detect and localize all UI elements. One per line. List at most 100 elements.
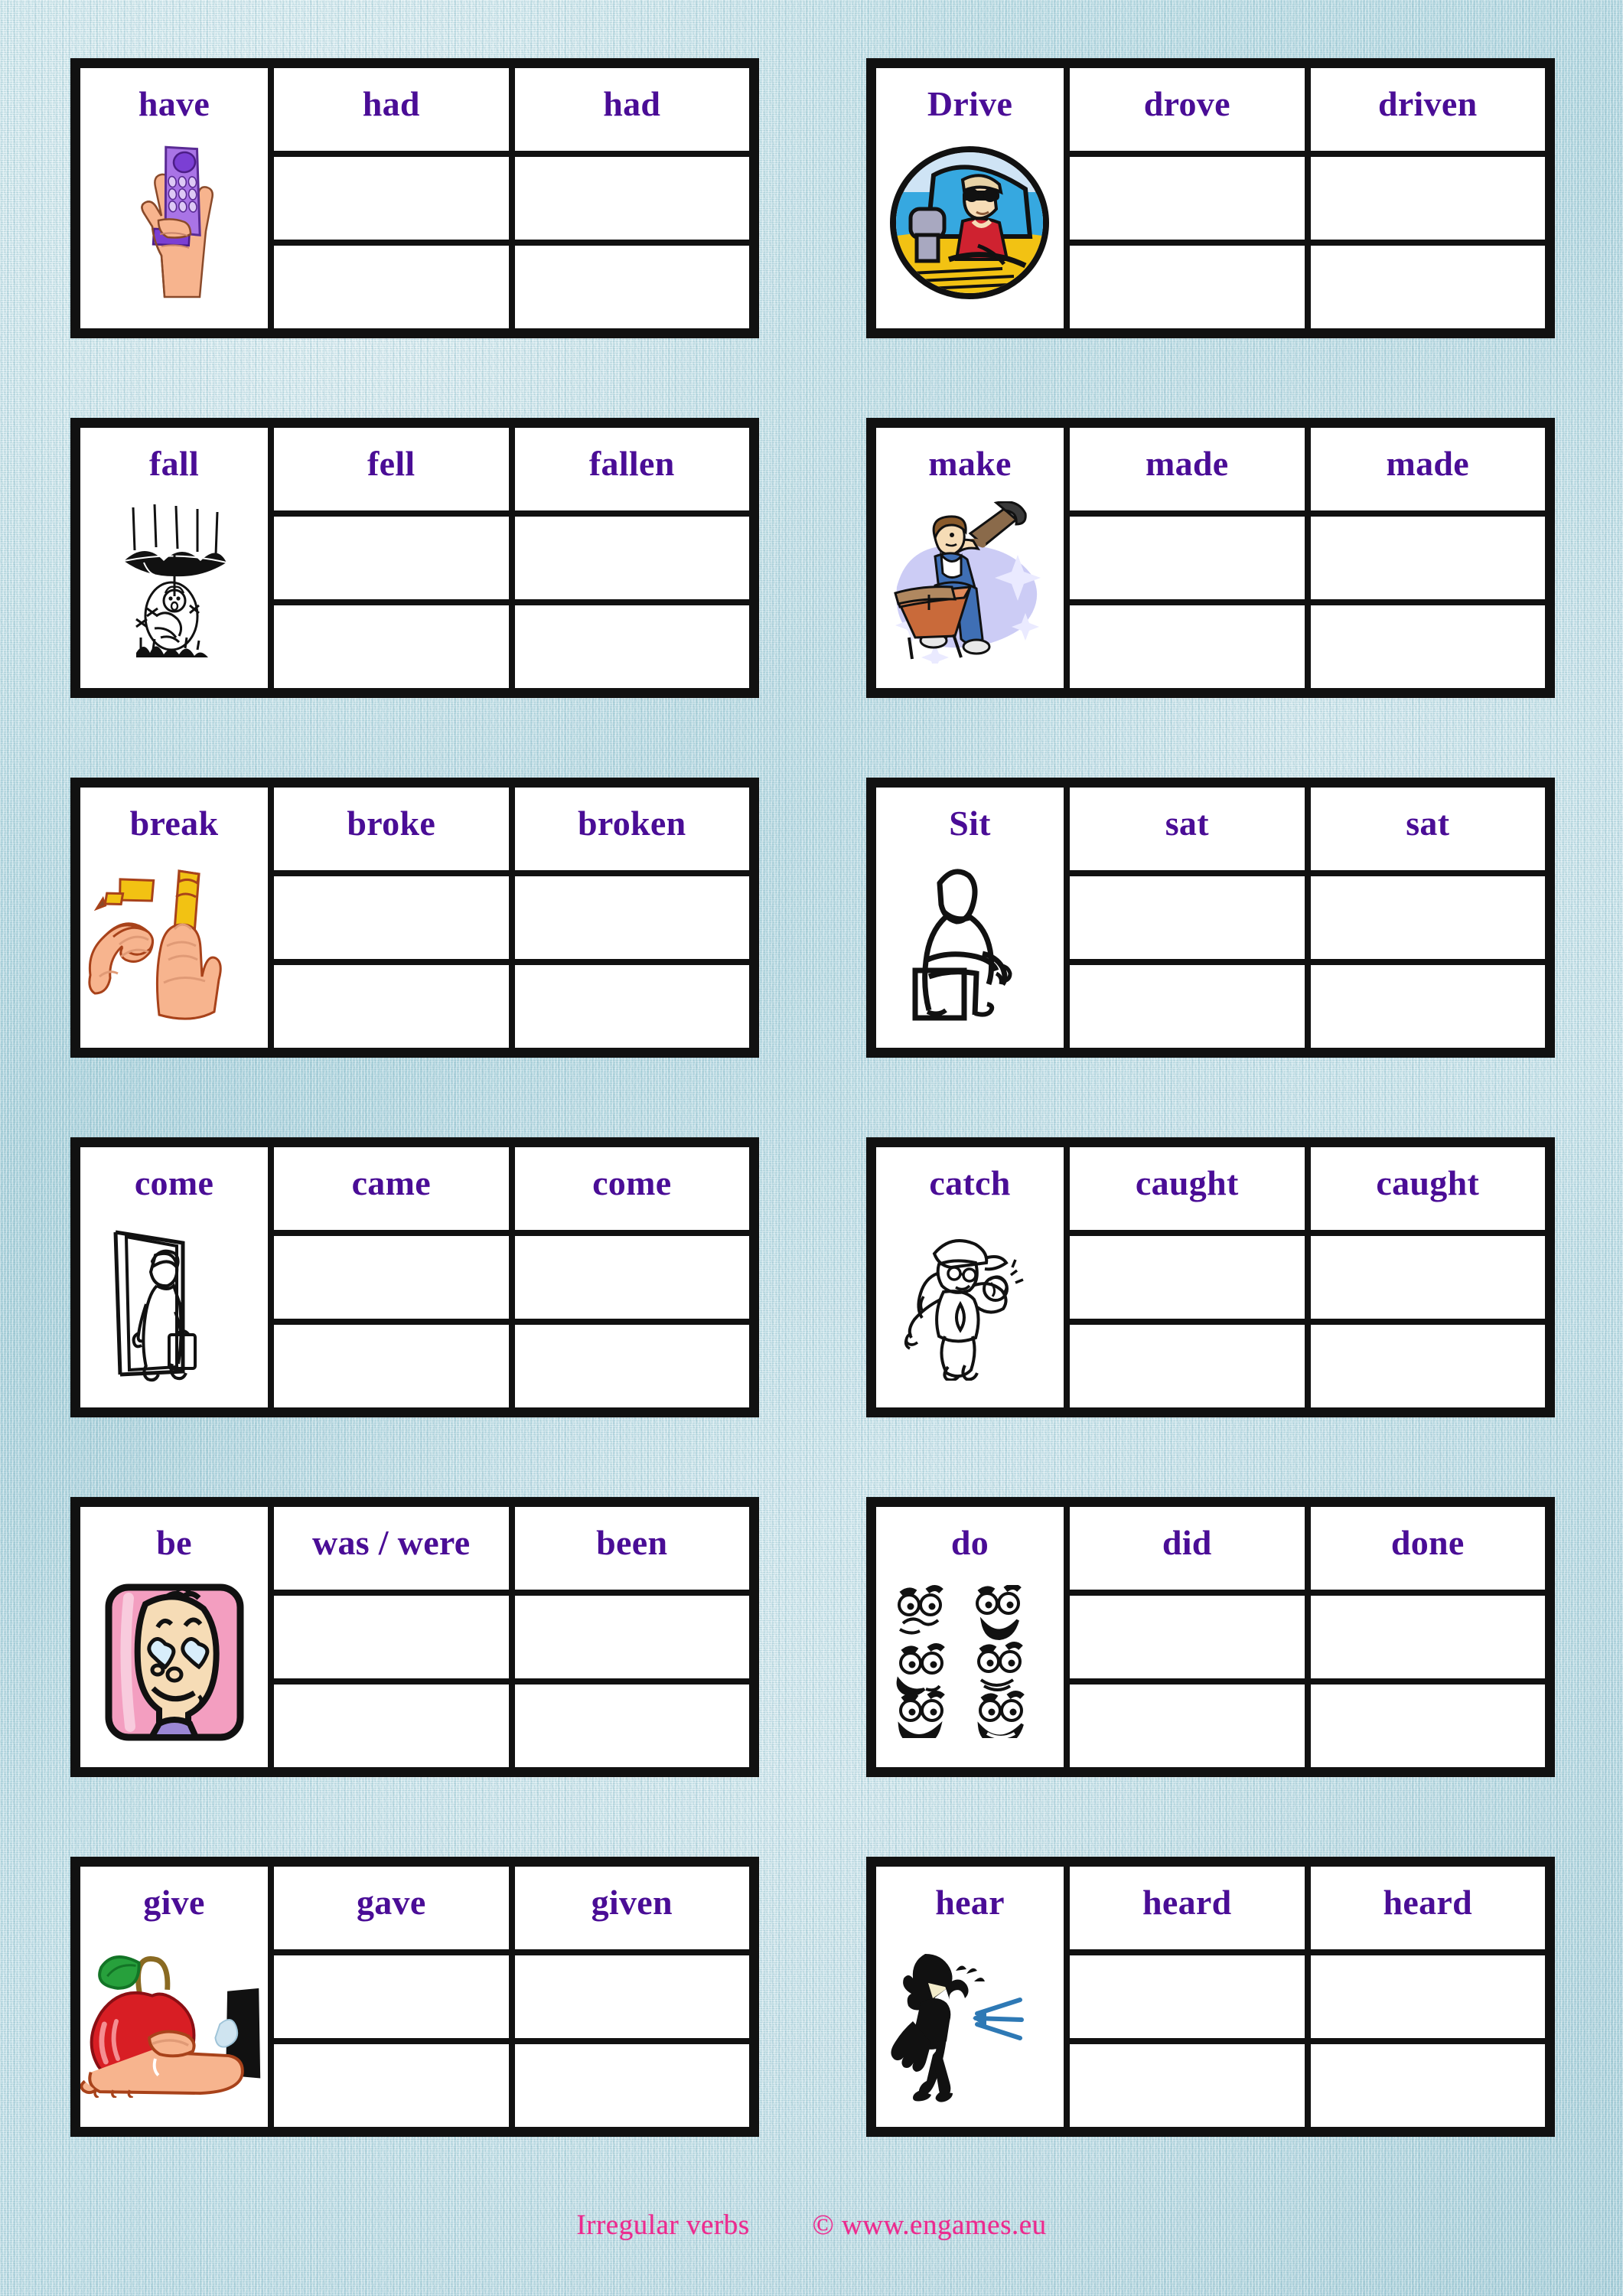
past-simple-cell[interactable]: drove — [1067, 65, 1308, 154]
answer-blank-cell[interactable] — [1307, 243, 1548, 331]
answer-blank-cell[interactable] — [1067, 2041, 1308, 2130]
verb-card[interactable]: fall fell fallen — [70, 418, 759, 698]
answer-blank-cell[interactable] — [1067, 602, 1308, 691]
answer-blank-cell[interactable] — [1067, 1233, 1308, 1322]
answer-blank-cell[interactable] — [511, 1952, 752, 2041]
base-form-cell[interactable]: come — [77, 1144, 271, 1411]
answer-blank-cell[interactable] — [511, 1322, 752, 1411]
answer-blank-cell[interactable] — [511, 1233, 752, 1322]
base-form-cell[interactable]: catch — [873, 1144, 1067, 1411]
answer-blank-cell[interactable] — [271, 1681, 512, 1770]
answer-blank-cell[interactable] — [271, 243, 512, 331]
past-simple-cell[interactable]: heard — [1067, 1864, 1308, 1952]
answer-blank-cell[interactable] — [511, 2041, 752, 2130]
answer-blank-cell[interactable] — [271, 1233, 512, 1322]
past-participle-cell[interactable]: come — [511, 1144, 752, 1233]
answer-blank-cell[interactable] — [511, 1593, 752, 1681]
verb-card[interactable]: come came come — [70, 1137, 759, 1417]
answer-blank-cell[interactable] — [1307, 1233, 1548, 1322]
footer-title: Irregular verbs — [576, 2210, 750, 2241]
past-participle-label: sat — [1406, 804, 1450, 843]
answer-blank-cell[interactable] — [1307, 1952, 1548, 2041]
base-form-cell[interactable]: have — [77, 65, 271, 331]
footer-copyright: © www.engames.eu — [812, 2210, 1047, 2241]
verb-card[interactable]: Sit sat sat — [866, 778, 1555, 1058]
answer-blank-cell[interactable] — [1307, 962, 1548, 1051]
past-simple-cell[interactable]: gave — [271, 1864, 512, 1952]
answer-blank-cell[interactable] — [1067, 1952, 1308, 2041]
verb-card[interactable]: make made made — [866, 418, 1555, 698]
answer-blank-cell[interactable] — [1307, 1322, 1548, 1411]
base-form-cell[interactable]: make — [873, 425, 1067, 691]
past-participle-cell[interactable]: fallen — [511, 425, 752, 514]
answer-blank-cell[interactable] — [1067, 154, 1308, 243]
base-form-cell[interactable]: hear — [873, 1864, 1067, 2130]
past-participle-cell[interactable]: heard — [1307, 1864, 1548, 1952]
answer-blank-cell[interactable] — [511, 154, 752, 243]
answer-blank-cell[interactable] — [271, 514, 512, 602]
base-form-cell[interactable]: give — [77, 1864, 271, 2130]
past-simple-cell[interactable]: broke — [271, 784, 512, 873]
answer-blank-cell[interactable] — [1307, 1681, 1548, 1770]
answer-blank-cell[interactable] — [271, 1593, 512, 1681]
verb-card[interactable]: have had had — [70, 58, 759, 338]
answer-blank-cell[interactable] — [511, 602, 752, 691]
past-simple-cell[interactable]: was / were — [271, 1504, 512, 1593]
answer-blank-cell[interactable] — [511, 873, 752, 962]
past-participle-cell[interactable]: made — [1307, 425, 1548, 514]
answer-blank-cell[interactable] — [271, 1322, 512, 1411]
answer-blank-cell[interactable] — [1307, 2041, 1548, 2130]
past-participle-cell[interactable]: broken — [511, 784, 752, 873]
verb-card[interactable]: be was / were been — [70, 1497, 759, 1777]
base-form-cell[interactable]: do — [873, 1504, 1067, 1770]
base-form-cell[interactable]: fall — [77, 425, 271, 691]
answer-blank-cell[interactable] — [511, 243, 752, 331]
answer-blank-cell[interactable] — [1067, 243, 1308, 331]
answer-blank-cell[interactable] — [1307, 514, 1548, 602]
answer-blank-cell[interactable] — [511, 514, 752, 602]
answer-blank-cell[interactable] — [1307, 602, 1548, 691]
past-participle-cell[interactable]: done — [1307, 1504, 1548, 1593]
answer-blank-cell[interactable] — [1067, 1322, 1308, 1411]
verb-card[interactable]: give gave given — [70, 1857, 759, 2137]
verb-card[interactable]: break broke broken — [70, 778, 759, 1058]
past-simple-cell[interactable]: fell — [271, 425, 512, 514]
past-simple-cell[interactable]: made — [1067, 425, 1308, 514]
answer-blank-cell[interactable] — [271, 602, 512, 691]
past-participle-cell[interactable]: driven — [1307, 65, 1548, 154]
answer-blank-cell[interactable] — [1067, 873, 1308, 962]
answer-blank-cell[interactable] — [511, 962, 752, 1051]
past-participle-cell[interactable]: been — [511, 1504, 752, 1593]
past-participle-cell[interactable]: sat — [1307, 784, 1548, 873]
answer-blank-cell[interactable] — [271, 2041, 512, 2130]
base-form-cell[interactable]: Sit — [873, 784, 1067, 1051]
past-participle-cell[interactable]: caught — [1307, 1144, 1548, 1233]
answer-blank-cell[interactable] — [1067, 514, 1308, 602]
past-simple-cell[interactable]: had — [271, 65, 512, 154]
answer-blank-cell[interactable] — [271, 154, 512, 243]
past-simple-cell[interactable]: came — [271, 1144, 512, 1233]
past-simple-cell[interactable]: caught — [1067, 1144, 1308, 1233]
base-form-cell[interactable]: Drive — [873, 65, 1067, 331]
woman-entering-door-icon — [80, 1201, 268, 1407]
base-form-cell[interactable]: be — [77, 1504, 271, 1770]
verb-card[interactable]: hear heard heard — [866, 1857, 1555, 2137]
past-participle-cell[interactable]: had — [511, 65, 752, 154]
base-form-cell[interactable]: break — [77, 784, 271, 1051]
past-participle-cell[interactable]: given — [511, 1864, 752, 1952]
answer-blank-cell[interactable] — [271, 873, 512, 962]
answer-blank-cell[interactable] — [1067, 1681, 1308, 1770]
answer-blank-cell[interactable] — [271, 962, 512, 1051]
past-simple-cell[interactable]: sat — [1067, 784, 1308, 873]
answer-blank-cell[interactable] — [1307, 873, 1548, 962]
past-simple-cell[interactable]: did — [1067, 1504, 1308, 1593]
answer-blank-cell[interactable] — [1307, 1593, 1548, 1681]
answer-blank-cell[interactable] — [1067, 1593, 1308, 1681]
answer-blank-cell[interactable] — [271, 1952, 512, 2041]
verb-card[interactable]: catch caught caught — [866, 1137, 1555, 1417]
verb-card[interactable]: do did done — [866, 1497, 1555, 1777]
verb-card[interactable]: Drive drove driven — [866, 58, 1555, 338]
answer-blank-cell[interactable] — [1067, 962, 1308, 1051]
answer-blank-cell[interactable] — [511, 1681, 752, 1770]
answer-blank-cell[interactable] — [1307, 154, 1548, 243]
